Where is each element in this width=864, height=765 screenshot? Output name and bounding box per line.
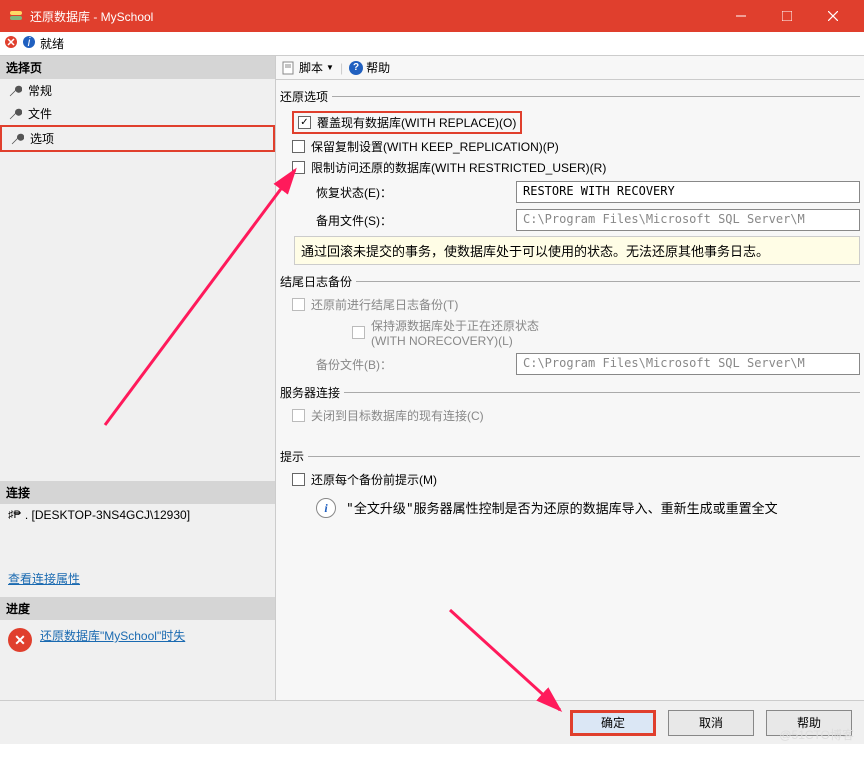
sidebar-item-options[interactable]: 选项 xyxy=(2,127,273,150)
connection-header: 连接 xyxy=(0,481,275,504)
view-connection-props-link[interactable]: 查看连接属性 xyxy=(0,566,275,591)
script-button[interactable]: 脚本 ▼ xyxy=(282,59,334,76)
recovery-state-label: 恢复状态(E)： xyxy=(316,184,516,201)
prompt-each-checkbox[interactable] xyxy=(292,473,305,486)
app-icon xyxy=(8,8,24,24)
right-pane: 脚本 ▼ | ? 帮助 还原选项 ✓ 覆盖现有数据库(WITH REPLACE)… xyxy=(276,56,864,700)
tail-log-backup-checkbox xyxy=(292,298,305,311)
prompt-group: 提示 还原每个备份前提示(M) i "全文升级"服务器属性控制是否为还原的数据库… xyxy=(280,456,860,530)
sidebar-item-files[interactable]: 文件 xyxy=(0,102,275,125)
dropdown-arrow-icon: ▼ xyxy=(326,63,334,72)
hint-text: "全文升级"服务器属性控制是否为还原的数据库导入、重新生成或重置全文 xyxy=(346,498,778,517)
restricted-checkbox[interactable] xyxy=(292,161,305,174)
close-existing-checkbox xyxy=(292,409,305,422)
sidebar-label-files: 文件 xyxy=(28,105,52,122)
tail-log-backup-label: 还原前进行结尾日志备份(T) xyxy=(311,296,458,313)
watermark: @51CTO博客 xyxy=(779,726,854,743)
progress-error: ✕ 还原数据库"MySchool"时失 xyxy=(0,620,275,660)
restore-info-box: 通过回滚未提交的事务，使数据库处于可以使用的状态。无法还原其他事务日志。 xyxy=(294,236,860,265)
button-bar: 确定 取消 帮助 xyxy=(0,700,864,744)
sidebar-label-general: 常规 xyxy=(28,82,52,99)
restore-options-legend: 还原选项 xyxy=(280,88,332,105)
close-existing-label: 关闭到目标数据库的现有连接(C) xyxy=(311,407,484,424)
recovery-state-select[interactable]: RESTORE WITH RECOVERY xyxy=(516,181,860,203)
status-text: 就绪 xyxy=(40,35,64,52)
connection-server: ♯₱ . [DESKTOP-3NS4GCJ\12930] xyxy=(0,504,275,526)
overwrite-label: 覆盖现有数据库(WITH REPLACE)(O) xyxy=(317,114,516,131)
ok-button[interactable]: 确定 xyxy=(570,710,656,736)
backup-file-label: 备份文件(B)： xyxy=(316,356,516,373)
server-connection-legend: 服务器连接 xyxy=(280,384,344,401)
standby-label: 备用文件(S)： xyxy=(316,212,516,229)
select-page-header: 选择页 xyxy=(0,56,275,79)
toolbar: 脚本 ▼ | ? 帮助 xyxy=(276,56,864,80)
restore-options-group: 还原选项 ✓ 覆盖现有数据库(WITH REPLACE)(O) 保留复制设置(W… xyxy=(280,96,860,275)
tail-log-group: 结尾日志备份 还原前进行结尾日志备份(T) 保持源数据库处于正在还原状态 (WI… xyxy=(280,281,860,386)
minimize-button[interactable] xyxy=(718,0,764,32)
server-icon: ♯₱ xyxy=(8,509,21,521)
wrench-icon xyxy=(8,107,22,121)
server-connection-group: 服务器连接 关闭到目标数据库的现有连接(C) xyxy=(280,392,860,434)
prompt-each-label: 还原每个备份前提示(M) xyxy=(311,471,437,488)
restricted-label: 限制访问还原的数据库(WITH RESTRICTED_USER)(R) xyxy=(311,159,606,176)
standby-input[interactable]: C:\Program Files\Microsoft SQL Server\M xyxy=(516,209,860,231)
keep-replication-checkbox[interactable] xyxy=(292,140,305,153)
wrench-icon xyxy=(8,84,22,98)
keep-source-checkbox xyxy=(352,326,365,339)
tail-log-legend: 结尾日志备份 xyxy=(280,273,356,290)
left-pane: 选择页 常规 文件 选项 连接 ♯₱ . [DESKTOP-3NS4GCJ\12… xyxy=(0,56,276,700)
maximize-button[interactable] xyxy=(764,0,810,32)
sidebar-label-options: 选项 xyxy=(30,130,54,147)
script-icon xyxy=(282,61,296,75)
norecovery-label: (WITH NORECOVERY)(L) xyxy=(371,334,539,348)
window-title: 还原数据库 - MySchool xyxy=(30,8,718,25)
overwrite-checkbox[interactable]: ✓ xyxy=(298,116,311,129)
svg-text:i: i xyxy=(28,35,31,49)
help-button[interactable]: ? 帮助 xyxy=(349,59,390,76)
info-icon: i xyxy=(316,498,336,518)
close-button[interactable] xyxy=(810,0,856,32)
cancel-button[interactable]: 取消 xyxy=(668,710,754,736)
backup-file-input: C:\Program Files\Microsoft SQL Server\M xyxy=(516,353,860,375)
progress-header: 进度 xyxy=(0,597,275,620)
progress-error-link[interactable]: 还原数据库"MySchool"时失 xyxy=(40,628,185,645)
sidebar-item-general[interactable]: 常规 xyxy=(0,79,275,102)
status-bar: i 就绪 xyxy=(0,32,864,56)
error-icon: ✕ xyxy=(8,628,32,652)
help-icon: ? xyxy=(349,61,363,75)
wrench-icon xyxy=(10,132,24,146)
titlebar: 还原数据库 - MySchool xyxy=(0,0,864,32)
error-small-icon xyxy=(4,35,18,52)
info-small-icon: i xyxy=(22,35,36,52)
keep-replication-label: 保留复制设置(WITH KEEP_REPLICATION)(P) xyxy=(311,138,559,155)
keep-source-label: 保持源数据库处于正在还原状态 xyxy=(371,317,539,334)
prompt-legend: 提示 xyxy=(280,448,308,465)
